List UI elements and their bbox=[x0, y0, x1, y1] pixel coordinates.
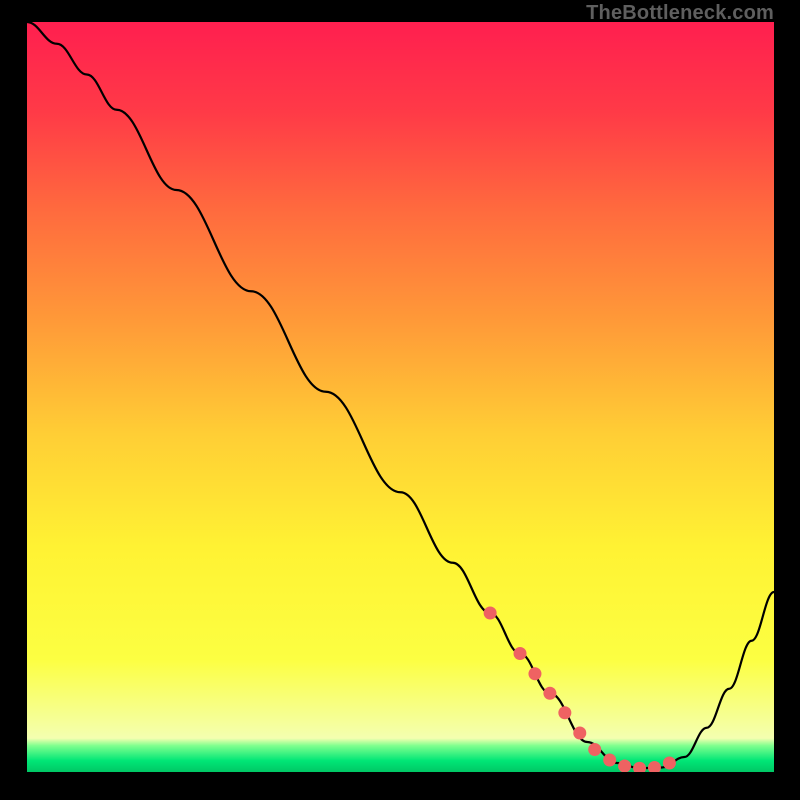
marker-dot bbox=[603, 754, 616, 767]
marker-dot bbox=[573, 727, 586, 740]
marker-dot bbox=[618, 760, 631, 773]
marker-dot bbox=[484, 607, 497, 620]
chart-plot bbox=[27, 22, 774, 772]
marker-dot bbox=[514, 647, 527, 660]
marker-dot bbox=[663, 757, 676, 770]
marker-dot bbox=[588, 743, 601, 756]
marker-dot bbox=[528, 667, 541, 680]
marker-dot bbox=[558, 706, 571, 719]
chart-frame: TheBottleneck.com bbox=[0, 0, 800, 800]
marker-dot bbox=[543, 687, 556, 700]
